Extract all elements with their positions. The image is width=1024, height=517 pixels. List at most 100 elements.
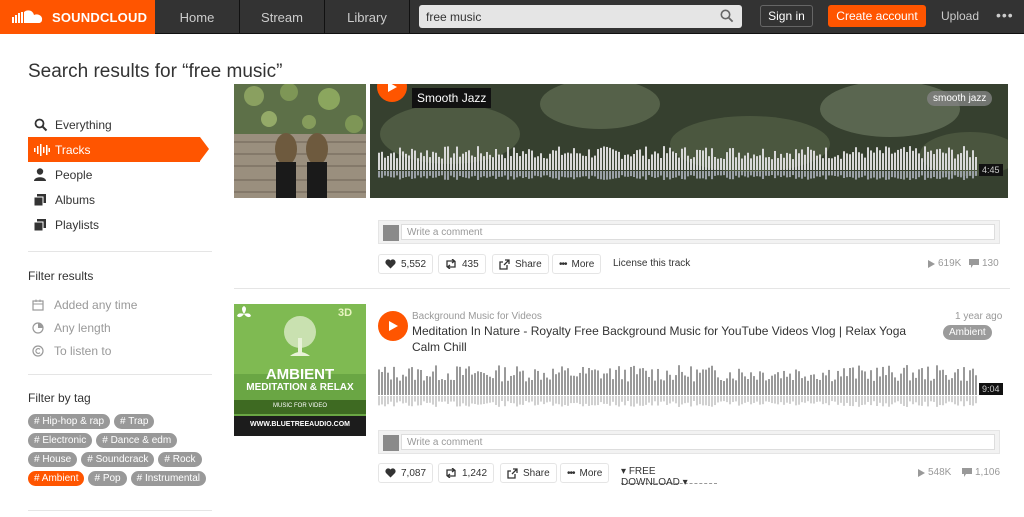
sidebar-item-albums[interactable]: Albums xyxy=(28,187,212,212)
sidebar-item-everything[interactable]: Everything xyxy=(28,112,212,137)
create-account-button[interactable]: Create account xyxy=(828,5,926,27)
license-link[interactable]: License this track xyxy=(613,258,690,269)
comment-icon xyxy=(969,259,979,268)
waveform-bar xyxy=(414,150,416,170)
waveform-bar xyxy=(933,396,935,402)
waveform-bar xyxy=(696,369,698,395)
more-button[interactable]: ••• More xyxy=(552,254,602,274)
track-artwork[interactable]: 3D AMBIENT MEDITATION & RELAX MUSIC FOR … xyxy=(234,304,366,436)
more-button[interactable]: ••• More xyxy=(560,463,610,483)
waveform-bar xyxy=(915,171,917,180)
waveform-bar xyxy=(384,366,386,395)
nav-stream[interactable]: Stream xyxy=(240,0,325,34)
track-tag[interactable]: smooth jazz xyxy=(927,91,993,106)
waveform-bar xyxy=(810,396,812,404)
waveform-bar xyxy=(816,155,818,170)
waveform-bar xyxy=(585,156,587,170)
tag-electronic[interactable]: # Electronic xyxy=(28,433,93,448)
repost-button[interactable]: 1,242 xyxy=(438,463,495,483)
tag-dance-edm[interactable]: # Dance & edm xyxy=(96,433,178,448)
track-title[interactable]: Meditation In Nature - Royalty Free Back… xyxy=(412,323,932,355)
waveform-bar xyxy=(510,375,512,395)
top-bar: SOUNDCLOUD Home Stream Library free musi… xyxy=(0,0,1024,34)
soundcloud-logo[interactable]: SOUNDCLOUD xyxy=(0,0,155,34)
waveform-bar xyxy=(498,396,500,407)
like-button[interactable]: 7,087 xyxy=(378,463,434,483)
nav-library[interactable]: Library xyxy=(325,0,410,34)
waveform-bar xyxy=(828,158,830,170)
sidebar-item-people[interactable]: People xyxy=(28,162,212,187)
tag-instrumental[interactable]: # Instrumental xyxy=(130,471,206,486)
copyright-icon xyxy=(32,345,44,357)
waveform-bar xyxy=(942,171,944,178)
track-title[interactable]: Smooth Jazz xyxy=(412,88,492,108)
play-button[interactable] xyxy=(378,311,408,341)
waveform-bar xyxy=(390,396,392,402)
waveform-bar xyxy=(489,396,491,403)
waveform-bar xyxy=(510,156,512,170)
waveform-bar xyxy=(879,376,881,395)
waveform-bar xyxy=(579,372,581,395)
free-download-link[interactable]: ▾ FREE DOWNLOAD ▾ xyxy=(621,464,717,488)
waveform-bar xyxy=(435,171,437,178)
waveform-bar xyxy=(639,149,641,170)
waveform-bar xyxy=(693,157,695,170)
waveform-bar xyxy=(933,378,935,395)
waveform-bar xyxy=(558,372,560,395)
waveform-bar xyxy=(756,379,758,395)
waveform-bar xyxy=(519,396,521,405)
waveform-bar xyxy=(567,396,569,406)
waveform-bar xyxy=(447,171,449,180)
upload-link[interactable]: Upload xyxy=(941,9,979,23)
uploader-name[interactable]: Background Music for Videos xyxy=(412,311,542,322)
waveform[interactable] xyxy=(378,146,978,180)
comment-input[interactable]: Write a comment xyxy=(401,434,995,450)
waveform-bar xyxy=(852,367,854,395)
waveform-bar xyxy=(678,396,680,407)
waveform-bar xyxy=(417,369,419,395)
waveform-bar xyxy=(741,372,743,395)
waveform[interactable] xyxy=(378,365,978,407)
tag-house[interactable]: # House xyxy=(28,452,78,467)
dropdown-arrow-icon: ▾ xyxy=(621,466,629,477)
waveform-bar xyxy=(954,372,956,395)
waveform-bar xyxy=(921,158,923,170)
sidebar-item-playlists[interactable]: Playlists xyxy=(28,212,212,237)
waveform-bar xyxy=(651,396,653,406)
share-button[interactable]: Share xyxy=(492,254,549,274)
search-icon[interactable] xyxy=(720,9,734,23)
like-button[interactable]: 5,552 xyxy=(378,254,434,274)
waveform-bar xyxy=(417,158,419,170)
tag-trap[interactable]: # Trap xyxy=(114,414,155,429)
tag-rock[interactable]: # Rock xyxy=(158,452,202,467)
track-artwork[interactable] xyxy=(234,84,366,198)
waveform-bar xyxy=(816,396,818,402)
waveform-bar xyxy=(432,151,434,170)
share-button[interactable]: Share xyxy=(500,463,557,483)
waveform-bar xyxy=(522,370,524,395)
waveform-bar xyxy=(591,157,593,170)
filter-added-any-time[interactable]: Added any time xyxy=(32,298,137,312)
filter-any-length[interactable]: Any length xyxy=(32,321,111,335)
filter-to-listen-to[interactable]: To listen to xyxy=(32,344,111,358)
search-input[interactable]: free music xyxy=(419,5,742,28)
waveform-bar xyxy=(573,148,575,170)
more-menu-icon[interactable]: ••• xyxy=(996,7,1014,23)
tag-soundcrack[interactable]: # Soundcrack xyxy=(81,452,155,467)
tag-ambient[interactable]: # Ambient xyxy=(28,471,85,486)
repost-button[interactable]: 435 xyxy=(438,254,486,274)
waveform-bar xyxy=(777,171,779,176)
sign-in-button[interactable]: Sign in xyxy=(760,5,813,27)
sidebar-item-tracks[interactable]: Tracks xyxy=(28,137,209,162)
waveform-bar xyxy=(411,148,413,170)
waveform-bar xyxy=(855,147,857,170)
waveform-bar xyxy=(396,158,398,170)
waveform-bar xyxy=(612,396,614,402)
waveform-bar xyxy=(894,152,896,170)
tag-pop[interactable]: # Pop xyxy=(88,471,127,486)
nav-home[interactable]: Home xyxy=(155,0,240,34)
comment-input[interactable]: Write a comment xyxy=(401,224,995,240)
tag-hip-hop-rap[interactable]: # Hip-hop & rap xyxy=(28,414,111,429)
waveform-bar xyxy=(594,396,596,406)
track-tag[interactable]: Ambient xyxy=(943,325,992,340)
